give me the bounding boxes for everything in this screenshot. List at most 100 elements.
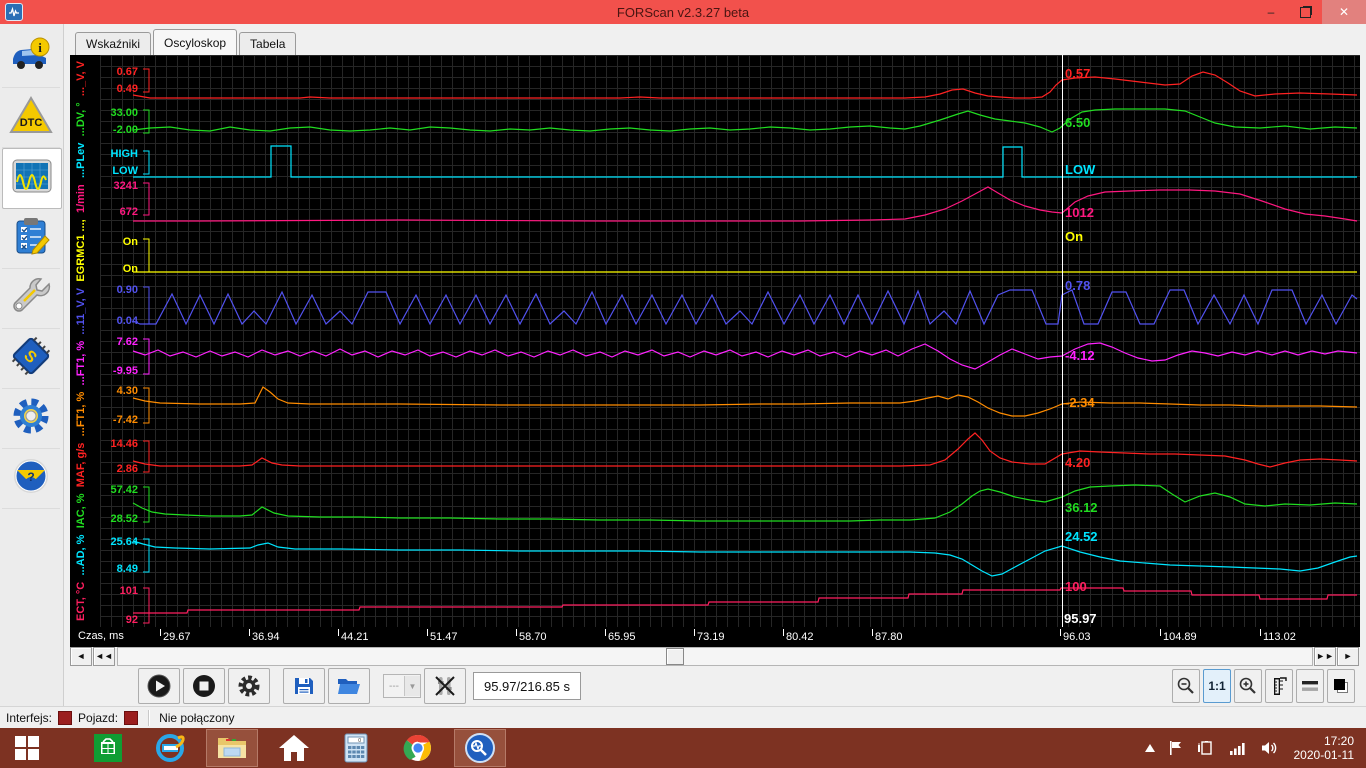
- time-axis-label: Czas, ms: [78, 629, 124, 642]
- sidebar-item-help[interactable]: ?: [2, 449, 60, 509]
- wrench-icon: [9, 276, 53, 321]
- scale-bracket: [143, 182, 150, 216]
- scale-bracket: [143, 440, 150, 473]
- taskbar-forscan-icon[interactable]: [454, 729, 506, 767]
- time-tick-label: 73.19: [697, 630, 725, 643]
- scale-min-label: 28.52: [110, 512, 138, 525]
- scale-max-label: 4.30: [116, 384, 138, 397]
- svg-text:0: 0: [358, 738, 361, 744]
- time-position-field[interactable]: 95.97/216.85 s: [473, 672, 581, 701]
- scale-max-label: 33.00: [110, 106, 138, 119]
- zoom-out-button[interactable]: [1172, 669, 1200, 704]
- ruler-button[interactable]: [1265, 669, 1293, 704]
- tab-tabela[interactable]: Tabela: [239, 31, 297, 56]
- scale-min-label: -9.95: [112, 364, 138, 377]
- taskbar-store-icon[interactable]: [82, 729, 134, 767]
- tray-expand-icon[interactable]: [1144, 744, 1155, 752]
- open-button[interactable]: [328, 668, 370, 705]
- zoom-reset-button[interactable]: 1:1: [1203, 669, 1231, 704]
- gear-icon: [9, 396, 53, 441]
- scope-settings-button[interactable]: [228, 668, 270, 705]
- time-tick-mark: [783, 628, 784, 636]
- tray-network-icon[interactable]: [1229, 741, 1247, 755]
- interface-status-indicator: [58, 711, 73, 725]
- marker-combobox[interactable]: --- ▼: [383, 674, 421, 699]
- sidebar-item-service[interactable]: [2, 269, 60, 329]
- taskbar-ie-icon[interactable]: [144, 729, 196, 767]
- taskbar-home-icon[interactable]: [268, 729, 320, 767]
- scroll-right-button[interactable]: ►: [1337, 646, 1359, 666]
- taskbar-chrome-icon[interactable]: [392, 729, 444, 767]
- current-value-label: 1012: [1065, 204, 1094, 220]
- zoom-in-button[interactable]: [1234, 669, 1262, 704]
- svg-text:?: ?: [27, 470, 34, 484]
- scale-min-label: LOW: [112, 164, 138, 177]
- time-tick-mark: [694, 628, 695, 636]
- tray-volume-icon[interactable]: [1261, 740, 1279, 756]
- stop-button[interactable]: [183, 668, 225, 705]
- color-scheme-button[interactable]: [1327, 669, 1355, 704]
- time-cursor-line[interactable]: [1062, 54, 1063, 627]
- trace-10-ad: [132, 540, 1358, 577]
- chip-icon: S: [9, 336, 53, 381]
- current-value-label: 100: [1065, 578, 1087, 594]
- sidebar-item-dtc[interactable]: DTC: [2, 88, 60, 148]
- sidebar: i DTC S?: [0, 24, 64, 706]
- time-tick-label: 80.42: [786, 630, 814, 643]
- current-value-label: 6.50: [1065, 114, 1091, 130]
- tab-wskaźniki[interactable]: Wskaźniki: [75, 31, 152, 56]
- filter-disabled-button[interactable]: [424, 668, 466, 705]
- scroll-left-fast-button[interactable]: ◄◄: [93, 646, 115, 666]
- scrollbar-thumb[interactable]: [666, 647, 684, 665]
- taskbar-explorer-icon[interactable]: [206, 729, 258, 767]
- sidebar-item-tests[interactable]: [2, 209, 60, 269]
- interface-label: Interfejs:: [6, 711, 53, 725]
- dtc-icon: DTC: [9, 95, 53, 140]
- tray-battery-icon[interactable]: [1197, 741, 1215, 755]
- sidebar-item-programming[interactable]: S: [2, 329, 60, 389]
- close-button[interactable]: ✕: [1322, 0, 1366, 24]
- current-value-label: -4.12: [1065, 347, 1095, 363]
- save-button[interactable]: [283, 668, 325, 705]
- sidebar-item-vehicle-info[interactable]: i: [2, 28, 60, 88]
- scale-bracket: [143, 338, 150, 375]
- chevron-down-icon: ▼: [404, 676, 420, 697]
- time-tick-mark: [516, 628, 517, 636]
- restore-button[interactable]: [1288, 0, 1322, 24]
- vehicle-label: Pojazd:: [78, 711, 119, 725]
- taskbar-clock[interactable]: 17:20 2020-01-11: [1294, 734, 1355, 762]
- scale-max-label: 25.64: [110, 535, 138, 548]
- trace-6-ft1: [132, 342, 1358, 370]
- time-tick-mark: [249, 628, 250, 636]
- scale-bracket: [143, 109, 150, 134]
- vehicle-status-indicator: [124, 711, 139, 725]
- oscilloscope-chart[interactable]: ECT, °C ...AD, % IAC, % MAF, g/s ...FT1, %..…: [70, 54, 1360, 647]
- taskbar-calculator-icon[interactable]: 0: [330, 729, 382, 767]
- line-style-button[interactable]: [1296, 669, 1324, 704]
- trace-1-dv: [132, 108, 1358, 133]
- sidebar-item-configuration[interactable]: [2, 389, 60, 449]
- window-title: FORScan v2.3.27 beta: [616, 4, 750, 20]
- chart-scrollbar: ◄ ◄◄ ►► ►: [70, 646, 1360, 666]
- scale-min-label: -2.00: [112, 123, 138, 136]
- tray-flag-icon[interactable]: [1169, 741, 1183, 755]
- sidebar-item-oscilloscope[interactable]: [2, 148, 62, 209]
- scroll-right-fast-button[interactable]: ►►: [1314, 646, 1336, 666]
- clock-date: 2020-01-11: [1293, 748, 1355, 762]
- play-button[interactable]: [138, 668, 180, 705]
- zoom-ratio-label: 1:1: [1208, 679, 1226, 694]
- clock-time: 17:20: [1323, 734, 1354, 748]
- scale-bracket: [143, 486, 150, 523]
- start-button[interactable]: [0, 728, 54, 768]
- time-tick-label: 87.80: [875, 630, 903, 643]
- marker-combobox-value: ---: [389, 680, 399, 692]
- time-tick-mark: [872, 628, 873, 636]
- scroll-left-button[interactable]: ◄: [70, 646, 92, 666]
- scale-min-label: 0.49: [116, 82, 138, 95]
- minimize-button[interactable]: –: [1254, 0, 1288, 24]
- scrollbar-track[interactable]: [117, 646, 1313, 666]
- scale-max-label: 14.46: [110, 437, 138, 450]
- time-tick-mark: [338, 628, 339, 636]
- time-tick-label: 44.21: [341, 630, 369, 643]
- tab-oscyloskop[interactable]: Oscyloskop: [153, 28, 238, 55]
